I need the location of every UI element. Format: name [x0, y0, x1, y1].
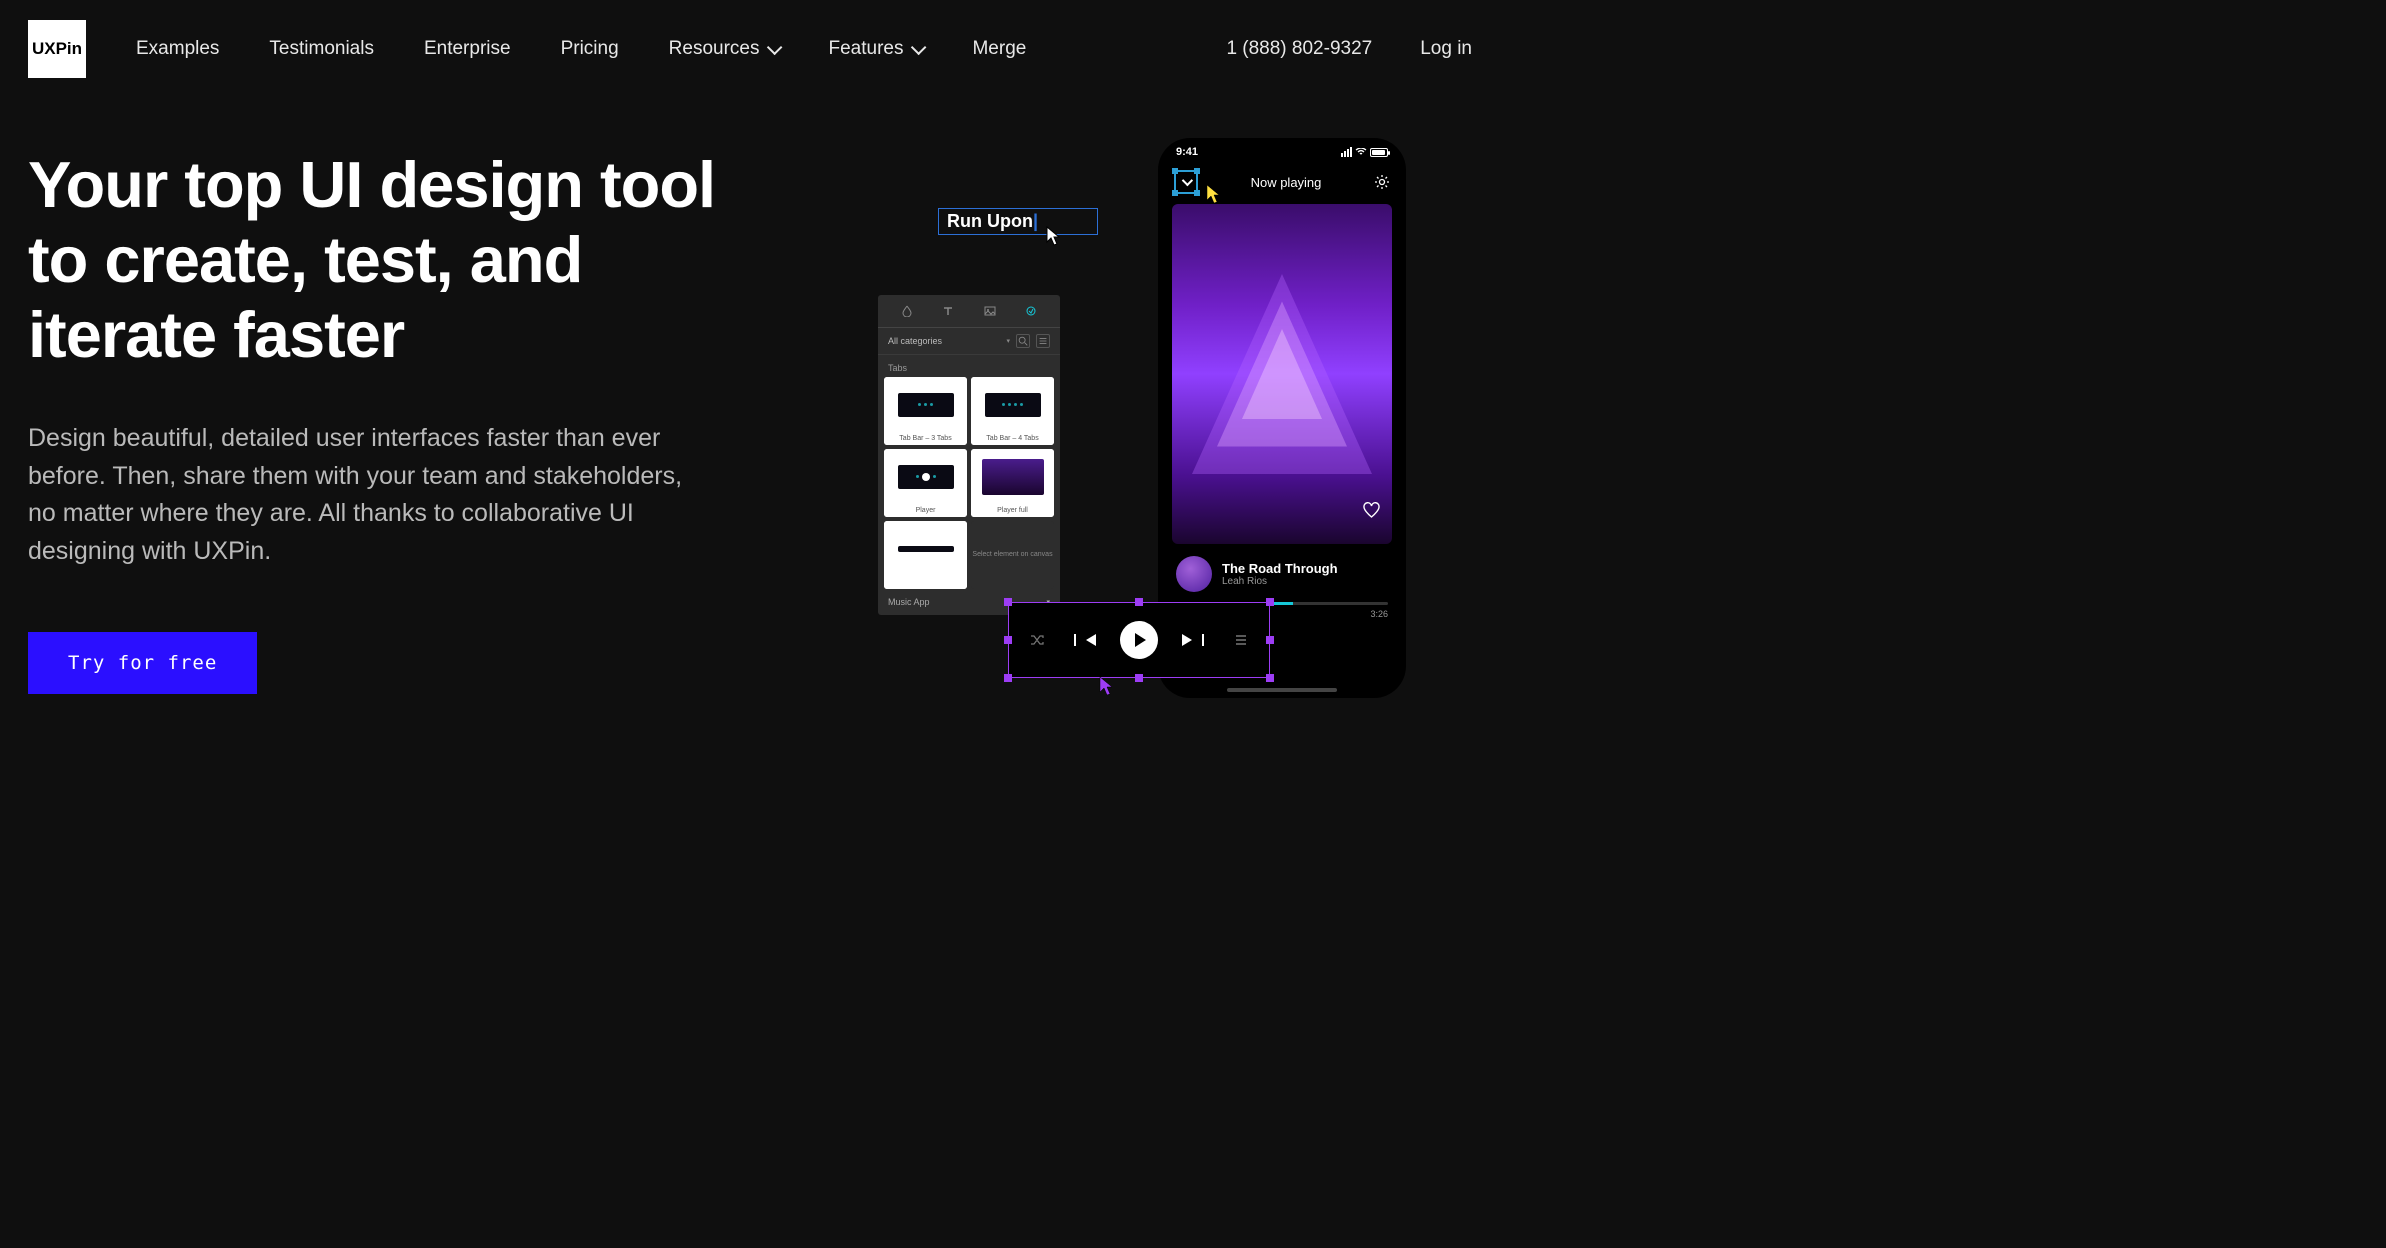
selection-handle[interactable] — [1004, 636, 1012, 644]
back-button-selected[interactable] — [1174, 170, 1198, 194]
library-panel: All categories ▾ Tabs Tab Bar – 3 Tabs T… — [878, 295, 1060, 615]
library-card-empty: Select element on canvas — [971, 521, 1054, 589]
card-caption: Player full — [971, 504, 1054, 517]
nav-features-label: Features — [828, 38, 903, 60]
library-card-tab4[interactable]: Tab Bar – 4 Tabs — [971, 377, 1054, 445]
hero-illustration: Run Upon All categories ▾ Tabs Tab Bar –… — [808, 148, 1472, 694]
cursor-yellow-icon — [1205, 184, 1221, 204]
home-indicator — [1227, 688, 1337, 692]
selection-handle[interactable] — [1266, 674, 1274, 682]
gear-icon[interactable] — [1374, 174, 1390, 190]
track-artist: Leah Rios — [1222, 576, 1338, 587]
header: UXPin Examples Testimonials Enterprise P… — [0, 0, 1500, 98]
track-title: The Road Through — [1222, 561, 1338, 576]
try-free-button[interactable]: Try for free — [28, 632, 257, 694]
card-caption: Player — [884, 504, 967, 517]
image-icon[interactable] — [984, 305, 996, 317]
header-right: 1 (888) 802-9327 Log in — [1226, 38, 1472, 60]
chevron-down-icon: ▾ — [1006, 337, 1010, 345]
heart-icon[interactable] — [1363, 502, 1380, 519]
phone-title: Now playing — [1251, 175, 1322, 190]
hint-text: Select element on canvas — [972, 550, 1052, 559]
hero-section: Your top UI design tool to create, test,… — [0, 98, 1500, 694]
selection-handle[interactable] — [1004, 674, 1012, 682]
login-link[interactable]: Log in — [1420, 38, 1472, 60]
wifi-icon — [1355, 148, 1367, 156]
card-caption — [884, 576, 967, 589]
category-dropdown[interactable]: All categories ▾ — [878, 328, 1060, 355]
status-bar: 9:41 — [1158, 138, 1406, 166]
text-icon[interactable] — [942, 305, 954, 317]
nav-pricing[interactable]: Pricing — [561, 38, 619, 60]
signal-icon — [1341, 147, 1352, 157]
cursor-purple-icon — [1098, 676, 1114, 696]
nav-features[interactable]: Features — [828, 38, 922, 60]
chevron-down-icon — [911, 39, 927, 55]
card-caption: Tab Bar – 3 Tabs — [884, 432, 967, 445]
selection-handle[interactable] — [1266, 598, 1274, 606]
hero-title: Your top UI design tool to create, test,… — [28, 148, 768, 372]
phone-header: Now playing — [1158, 166, 1406, 204]
logo[interactable]: UXPin — [28, 20, 86, 78]
category-label: All categories — [888, 336, 1000, 346]
library-card-progress[interactable] — [884, 521, 967, 589]
cursor-icon — [1046, 226, 1060, 246]
album-art — [1172, 204, 1392, 544]
chevron-down-icon — [1182, 175, 1193, 186]
hero-content: Your top UI design tool to create, test,… — [28, 148, 768, 694]
battery-icon — [1370, 148, 1388, 157]
chevron-down-icon — [767, 39, 783, 55]
drop-icon[interactable] — [901, 305, 913, 317]
phone-number[interactable]: 1 (888) 802-9327 — [1226, 38, 1372, 60]
status-time: 9:41 — [1176, 146, 1198, 158]
track-info: The Road Through Leah Rios — [1158, 544, 1406, 598]
nav-merge[interactable]: Merge — [972, 38, 1026, 60]
nav-testimonials[interactable]: Testimonials — [269, 38, 374, 60]
hero-subtitle: Design beautiful, detailed user interfac… — [28, 420, 708, 570]
list-icon[interactable] — [1036, 334, 1050, 348]
previous-button[interactable] — [1086, 634, 1096, 646]
selection-handle[interactable] — [1266, 636, 1274, 644]
section-label: Tabs — [878, 355, 1060, 377]
library-card-tab3[interactable]: Tab Bar – 3 Tabs — [884, 377, 967, 445]
artist-avatar[interactable] — [1176, 556, 1212, 592]
shuffle-icon[interactable] — [1029, 632, 1045, 648]
play-button[interactable] — [1120, 621, 1158, 659]
selection-handle[interactable] — [1004, 598, 1012, 606]
app-name-label: Music App — [888, 597, 930, 607]
search-icon[interactable] — [1016, 334, 1030, 348]
library-tabs — [878, 295, 1060, 328]
card-caption: Tab Bar – 4 Tabs — [971, 432, 1054, 445]
nav-resources[interactable]: Resources — [669, 38, 779, 60]
selection-handle[interactable] — [1135, 674, 1143, 682]
main-nav: Examples Testimonials Enterprise Pricing… — [136, 38, 1026, 60]
selection-handle[interactable] — [1135, 598, 1143, 606]
library-card-player[interactable]: Player — [884, 449, 967, 517]
time-total: 3:26 — [1370, 609, 1388, 619]
library-grid: Tab Bar – 3 Tabs Tab Bar – 4 Tabs Player… — [878, 377, 1060, 589]
queue-icon[interactable] — [1233, 632, 1249, 648]
nav-resources-label: Resources — [669, 38, 760, 60]
canvas-text-input[interactable]: Run Upon — [938, 208, 1098, 235]
next-button[interactable] — [1182, 634, 1192, 646]
nav-enterprise[interactable]: Enterprise — [424, 38, 511, 60]
player-controls-selected[interactable] — [1008, 602, 1270, 678]
status-icons — [1341, 146, 1388, 158]
library-card-playerfull[interactable]: Player full — [971, 449, 1054, 517]
component-icon[interactable] — [1025, 305, 1037, 317]
nav-examples[interactable]: Examples — [136, 38, 219, 60]
